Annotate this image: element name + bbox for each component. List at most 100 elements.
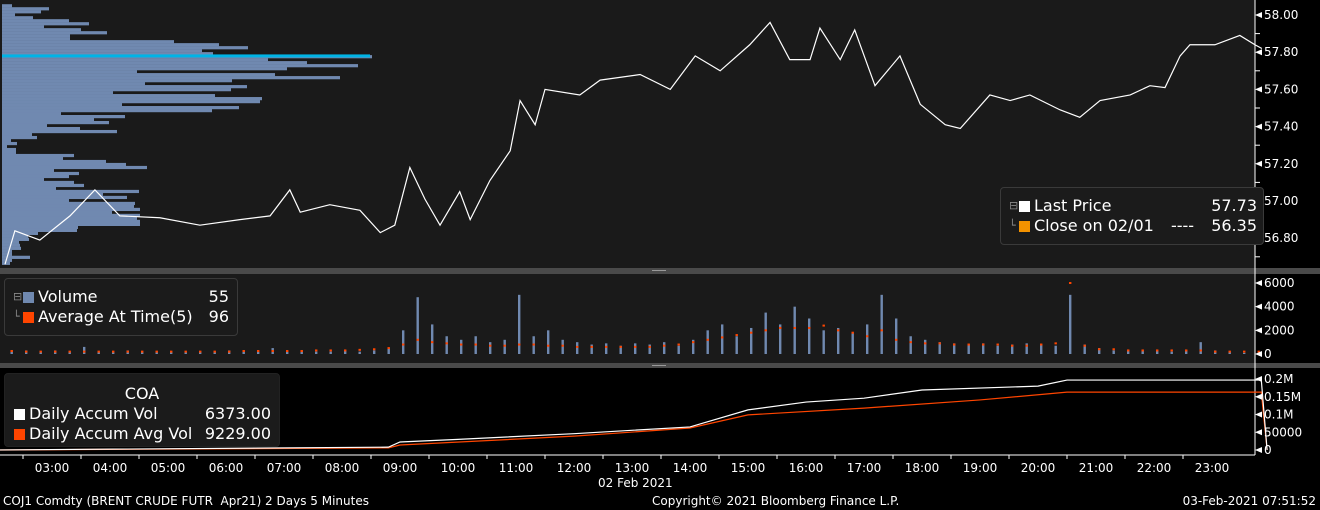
price-tick-label: 57.40 bbox=[1264, 120, 1298, 134]
volume-profile-bar bbox=[2, 106, 239, 110]
volume-bar bbox=[764, 312, 767, 354]
volume-profile-bar bbox=[2, 195, 127, 200]
volume-bar bbox=[822, 330, 825, 354]
volume-profile-bar bbox=[2, 240, 19, 244]
avg-volume-marker bbox=[141, 350, 144, 353]
volume-profile-bar bbox=[2, 219, 140, 224]
volume-profile-bar bbox=[2, 153, 74, 158]
close-dashes: ---- bbox=[1170, 216, 1195, 235]
volume-bar bbox=[1170, 351, 1173, 354]
volume-bar bbox=[1199, 342, 1202, 354]
avg-volume-marker bbox=[750, 331, 753, 334]
volume-profile-bar bbox=[2, 192, 103, 197]
avg-volume-marker bbox=[605, 345, 608, 348]
avg-volume-marker bbox=[808, 326, 811, 329]
volume-profile-bar bbox=[2, 100, 260, 104]
axis-tick-marker bbox=[1255, 429, 1262, 436]
volume-bar bbox=[1054, 345, 1057, 354]
avg-volume-marker bbox=[648, 345, 651, 348]
price-tick-label: 57.20 bbox=[1264, 157, 1298, 171]
avg-volume-marker bbox=[358, 348, 361, 351]
avg-volume-marker bbox=[300, 350, 303, 353]
axis-tick-marker bbox=[1255, 123, 1262, 130]
time-tick-label: 18:00 bbox=[905, 461, 940, 475]
volume-profile-bar bbox=[2, 103, 122, 107]
volume-profile-bar bbox=[2, 159, 106, 164]
accum-label: Daily Accum Vol bbox=[29, 404, 158, 423]
volume-profile-bar bbox=[2, 22, 89, 26]
last-price-swatch bbox=[1019, 200, 1030, 212]
avg-volume-marker bbox=[402, 343, 405, 346]
avg-volume-marker bbox=[257, 350, 260, 353]
avg-volume-marker bbox=[228, 350, 231, 353]
volume-profile-bar bbox=[2, 141, 17, 146]
volume-profile-bar bbox=[2, 198, 69, 203]
accum-legend: COA Daily Accum Vol 6373.00 Daily Accum A… bbox=[4, 373, 280, 447]
avg-volume-marker bbox=[271, 350, 274, 353]
avg-volume-marker bbox=[39, 350, 42, 353]
collapse-icon[interactable]: ⊟ bbox=[1009, 196, 1019, 216]
time-tick-label: 14:00 bbox=[673, 461, 708, 475]
volume-bar bbox=[808, 318, 811, 354]
footer-timestamp: 03-Feb-2021 07:51:52 bbox=[1182, 494, 1316, 508]
volume-profile-bar bbox=[2, 138, 11, 143]
avg-volume-marker bbox=[126, 350, 129, 353]
avg-volume-marker bbox=[286, 350, 289, 353]
volume-bar bbox=[416, 297, 419, 354]
time-tick-label: 16:00 bbox=[789, 461, 824, 475]
axis-tick-marker bbox=[1255, 447, 1262, 453]
avg-volume-marker bbox=[793, 326, 796, 329]
avg-volume-marker bbox=[938, 342, 941, 345]
avg-volume-marker bbox=[822, 324, 825, 327]
avg-volume-marker bbox=[1199, 349, 1202, 352]
avg-volume-marker bbox=[1083, 344, 1086, 347]
avg-volume-marker bbox=[547, 344, 550, 347]
axis-tick-marker bbox=[1255, 12, 1262, 18]
volume-bar bbox=[880, 294, 883, 354]
volume-profile-bar bbox=[2, 174, 69, 179]
collapse-icon[interactable]: ⊟ bbox=[13, 287, 23, 307]
volume-profile-bar bbox=[2, 186, 56, 191]
volume-profile-bar bbox=[2, 189, 139, 194]
volume-bar bbox=[793, 306, 796, 354]
volume-bar bbox=[576, 342, 579, 354]
volume-bar bbox=[706, 330, 709, 354]
avg-volume-marker bbox=[184, 350, 187, 353]
volume-profile-bar bbox=[2, 64, 358, 68]
volume-profile-bar bbox=[2, 10, 41, 14]
volume-legend: ⊟ Volume 55 └ Average At Time(5) 96 bbox=[4, 278, 238, 336]
volume-profile-bar bbox=[2, 67, 287, 71]
avg-volume-marker bbox=[692, 341, 695, 344]
avg-volume-marker bbox=[199, 350, 202, 353]
volume-bar bbox=[1243, 352, 1246, 354]
volume-value: 55 bbox=[208, 287, 229, 306]
avg-value: 96 bbox=[208, 307, 229, 326]
time-tick-label: 08:00 bbox=[325, 461, 360, 475]
avg-volume-marker bbox=[344, 349, 347, 352]
avg-volume-marker bbox=[677, 343, 680, 346]
avg-volume-marker bbox=[1141, 349, 1144, 352]
volume-bar bbox=[1112, 350, 1115, 354]
volume-bar bbox=[605, 343, 608, 354]
volume-profile-bar bbox=[2, 204, 134, 209]
volume-bar bbox=[373, 350, 376, 354]
volume-profile-bar bbox=[2, 228, 77, 232]
avg-volume-marker bbox=[634, 345, 637, 348]
axis-tick-marker bbox=[1255, 49, 1262, 56]
volume-profile-bar bbox=[2, 144, 7, 149]
avg-volume-marker bbox=[1156, 349, 1159, 352]
volume-profile-bar bbox=[2, 132, 32, 137]
volume-profile-bar bbox=[2, 91, 113, 95]
volume-profile-bar bbox=[2, 171, 79, 176]
volume-bar bbox=[1040, 344, 1043, 354]
volume-bar bbox=[547, 330, 550, 354]
volume-bar bbox=[909, 336, 912, 354]
avg-volume-marker bbox=[112, 350, 115, 353]
avg-volume-marker bbox=[909, 341, 912, 344]
avg-volume-marker bbox=[1170, 349, 1173, 352]
volume-bar bbox=[445, 336, 448, 354]
last-price-value: 57.73 bbox=[1211, 196, 1257, 215]
volume-bar bbox=[924, 339, 927, 354]
volume-profile-bar bbox=[2, 61, 307, 65]
volume-bar bbox=[967, 344, 970, 354]
